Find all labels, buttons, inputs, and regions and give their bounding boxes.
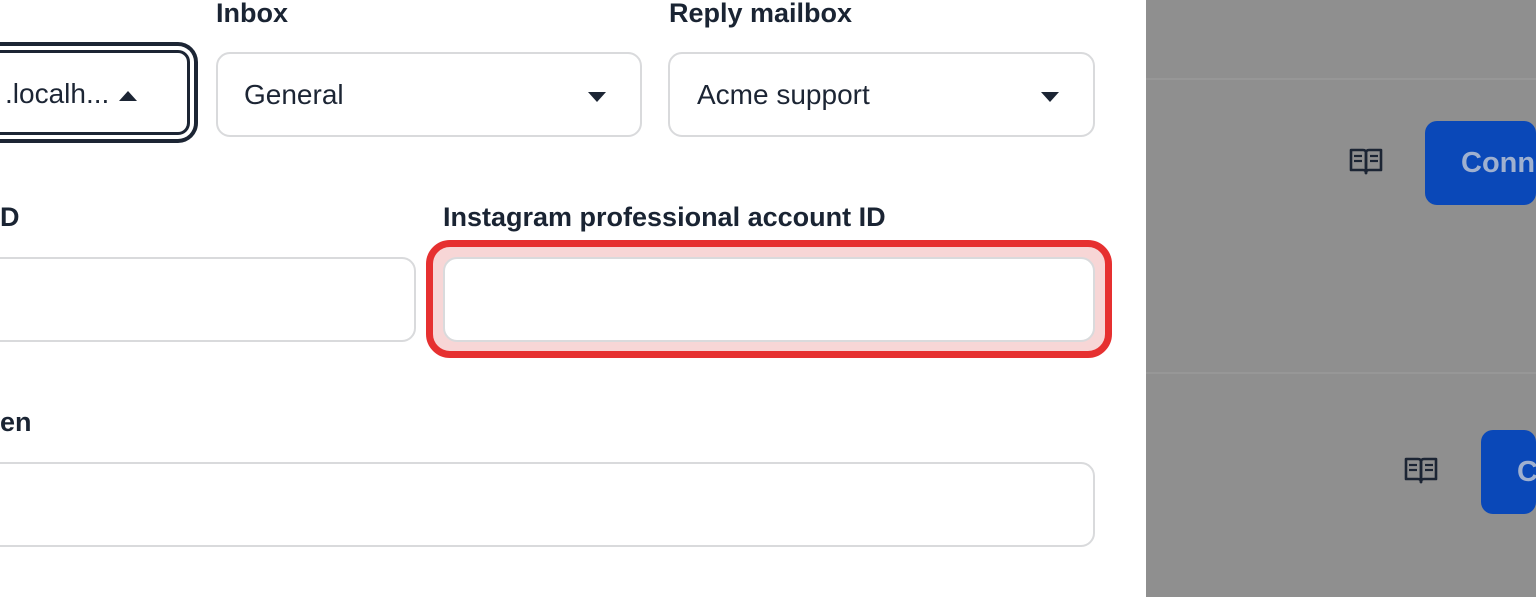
reply-mailbox-label: Reply mailbox (669, 0, 853, 28)
instagram-account-id-label: Instagram professional account ID (443, 202, 886, 232)
connect-button[interactable]: C (1481, 430, 1536, 514)
book-open-icon[interactable] (1403, 455, 1439, 485)
book-open-icon[interactable] (1348, 146, 1384, 176)
reply-mailbox-select-value: Acme support (697, 79, 870, 110)
instagram-account-id-input[interactable] (443, 257, 1095, 342)
access-token-label: en (0, 407, 32, 437)
inbox-label: Inbox (216, 0, 288, 28)
connect-button-label: C (1517, 456, 1536, 488)
inbox-select-value: General (244, 79, 344, 110)
access-token-input[interactable] (0, 462, 1095, 547)
connect-instagram-form-panel: .localh... Inbox General Reply mailbox A… (0, 0, 1146, 597)
inbox-select[interactable]: General (216, 52, 642, 137)
caret-up-icon (119, 91, 137, 101)
caret-down-icon (1041, 92, 1059, 102)
background-divider (1146, 78, 1536, 80)
caret-down-icon (588, 92, 606, 102)
background-divider (1146, 372, 1536, 374)
screen: Connect C .localh... Inbox General (0, 0, 1536, 597)
connect-button-label: Connect (1461, 147, 1536, 179)
page-id-input[interactable] (0, 257, 416, 342)
connect-button[interactable]: Connect (1425, 121, 1536, 205)
integration-select[interactable]: .localh... (0, 50, 190, 135)
reply-mailbox-select[interactable]: Acme support (668, 52, 1095, 137)
page-id-label: D (0, 202, 20, 232)
integration-select-value: .localh... (5, 78, 110, 109)
